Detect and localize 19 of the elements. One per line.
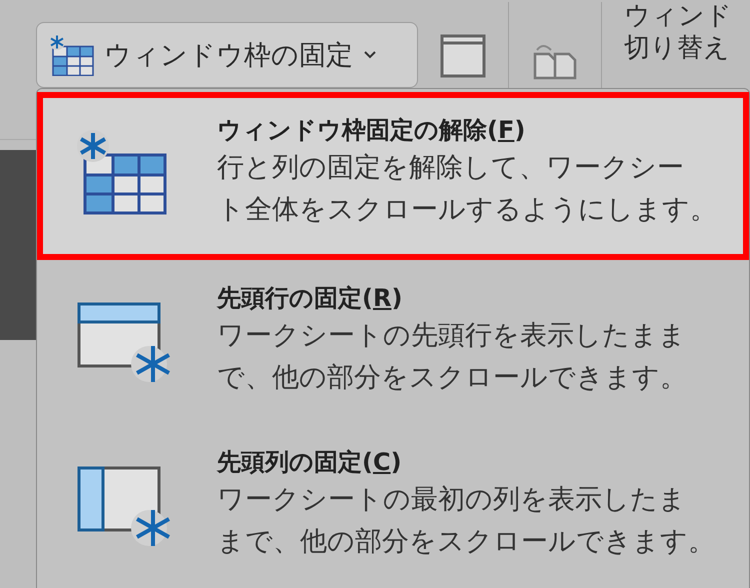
menu-item[interactable]: 先頭列の固定(C) ワークシートの最初の列を表示したま まで、他の部分をスクロールできます。 bbox=[37, 424, 749, 588]
freeze-panes-button[interactable]: ウィンドウ枠の固定 bbox=[36, 22, 418, 88]
menu-item[interactable]: 先頭行の固定(R) ワークシートの先頭行を表示したまま で、他の部分をスクロールできます。 bbox=[37, 260, 749, 424]
menu-item-description: ワークシートの先頭行を表示したまま bbox=[217, 319, 686, 353]
menu-item-title: ウィンドウ枠固定の解除(F) bbox=[217, 115, 526, 146]
menu-item-description: ワークシートの最初の列を表示したま bbox=[217, 483, 686, 517]
menu-item-title: 先頭列の固定(C) bbox=[217, 447, 402, 478]
menu-item-title: 先頭行の固定(R) bbox=[217, 283, 402, 314]
caret-icon bbox=[363, 50, 377, 60]
menu-item-description: まで、他の部分をスクロールできます。 bbox=[217, 525, 715, 559]
menu-item[interactable]: ウィンドウ枠固定の解除(F) 行と列の固定を解除して、ワークシー ト全体をスクロールするようにします。 bbox=[37, 92, 749, 260]
menu-item-description: ト全体をスクロールするようにします。 bbox=[217, 193, 717, 227]
switch-window-button[interactable]: 切り替え bbox=[624, 32, 732, 64]
window-icon[interactable] bbox=[440, 34, 486, 78]
freeze-panes-icon bbox=[77, 130, 167, 215]
freeze-panes-icon bbox=[49, 34, 94, 76]
ribbon-label: ウィンド bbox=[624, 0, 732, 32]
menu-item-description: 行と列の固定を解除して、ワークシー bbox=[217, 151, 684, 185]
menu-item-description: で、他の部分をスクロールできます。 bbox=[217, 361, 687, 395]
